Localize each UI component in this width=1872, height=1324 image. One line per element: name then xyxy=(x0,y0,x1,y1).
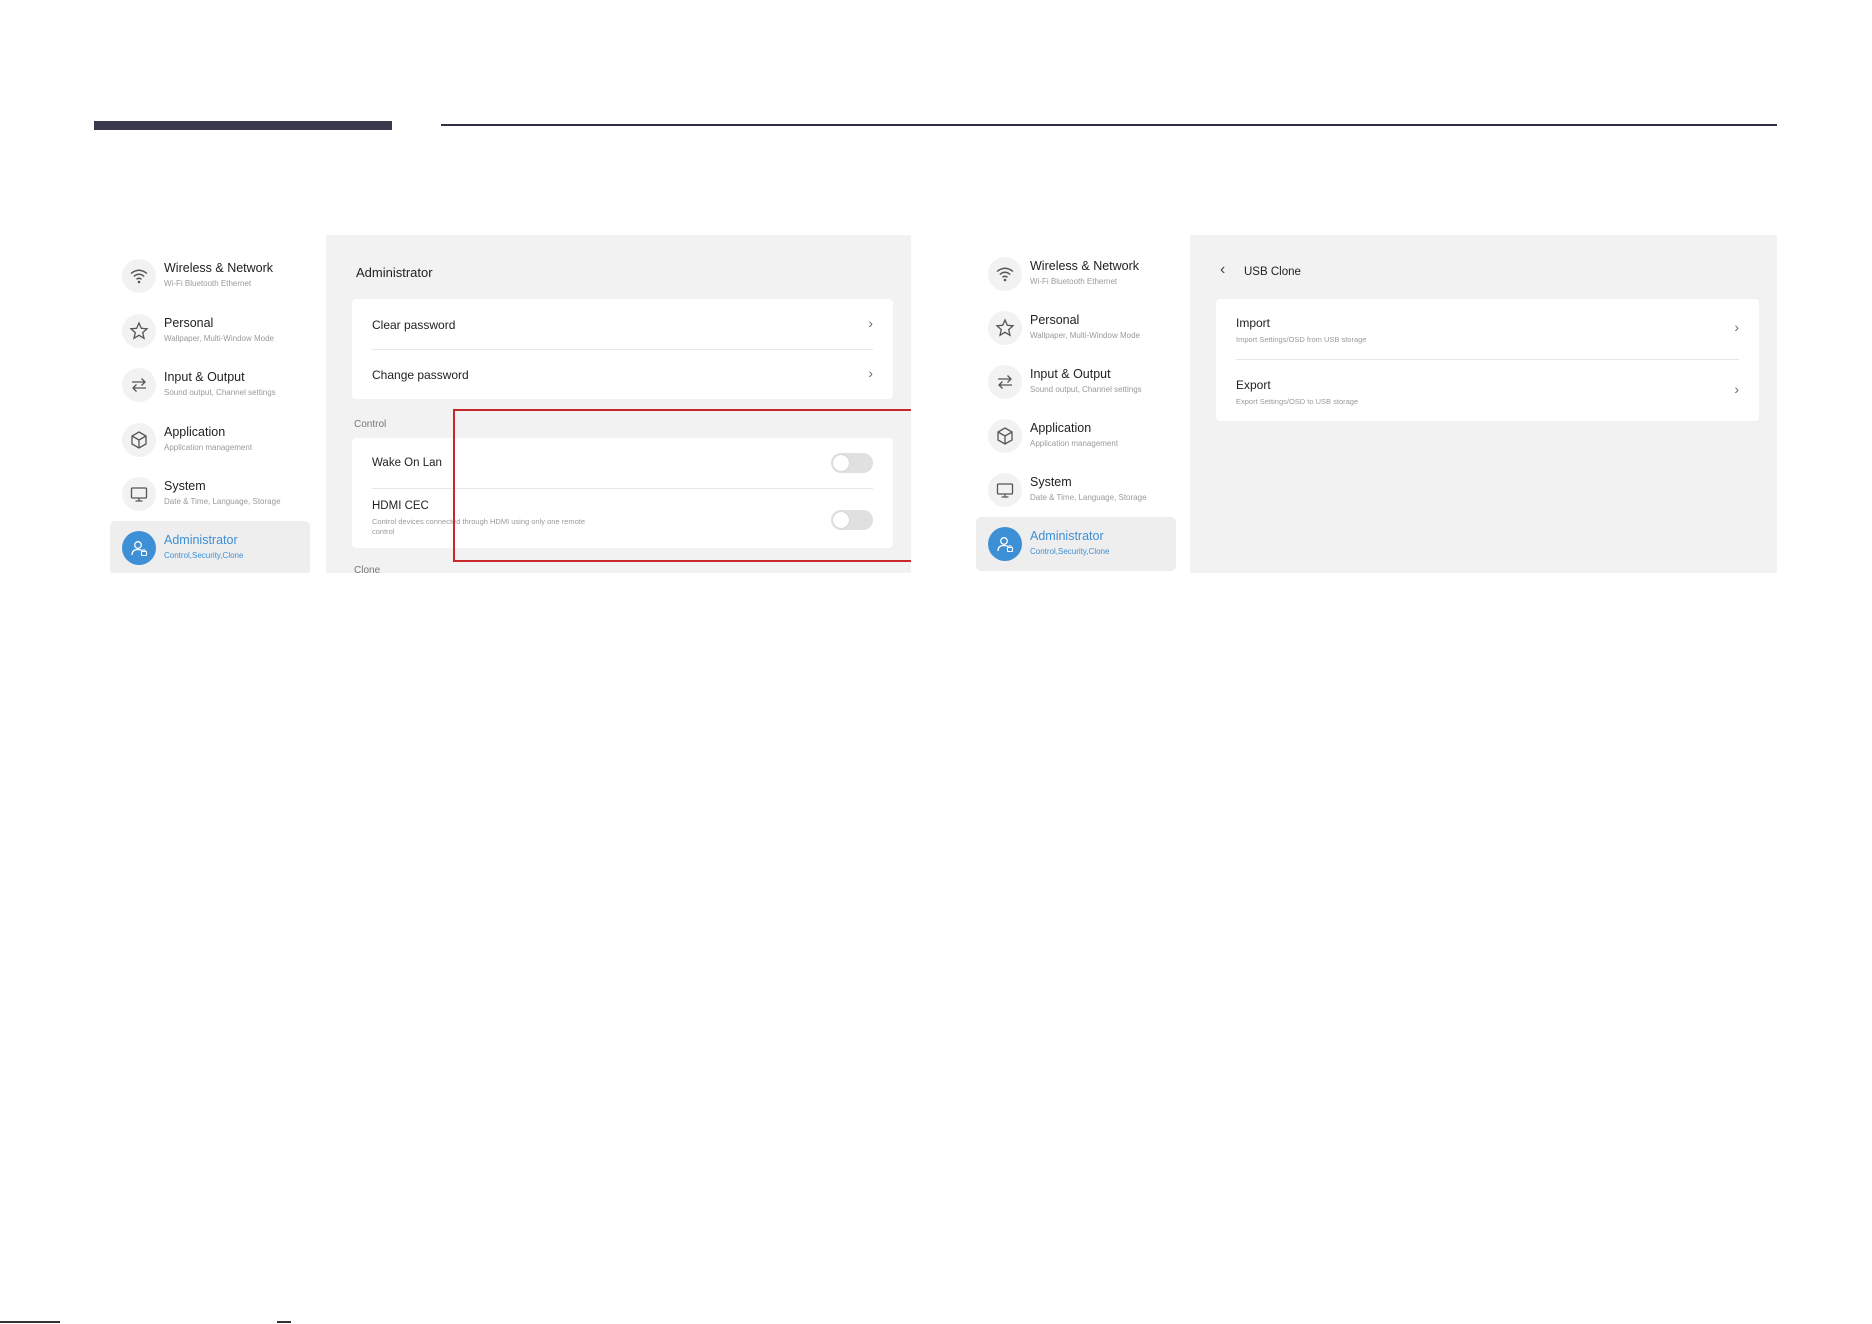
header-rule xyxy=(441,124,1777,126)
admin-user-icon xyxy=(988,527,1022,561)
wifi-icon xyxy=(122,259,156,293)
footer-rule xyxy=(277,1321,291,1323)
admin-settings-screen: Wireless & Network Wi-Fi Bluetooth Ether… xyxy=(108,235,911,573)
sidebar-item-wireless-network[interactable]: Wireless & Network Wi-Fi Bluetooth Ether… xyxy=(976,247,1176,301)
export-item[interactable]: Export Export Settings/OSD to USB storag… xyxy=(1236,360,1739,421)
sidebar-item-label: Application xyxy=(164,425,226,439)
sidebar-item-label: System xyxy=(164,479,206,493)
page-title: USB Clone xyxy=(1244,266,1301,278)
sidebar-item-administrator[interactable]: Administrator Control,Security,Clone xyxy=(976,517,1176,571)
sidebar-item-sublabel: Sound output, Channel settings xyxy=(164,388,276,397)
sidebar-item-application[interactable]: Application Application management xyxy=(110,413,310,467)
monitor-icon xyxy=(122,477,156,511)
wifi-icon xyxy=(988,257,1022,291)
sidebar-item-sublabel: Date & Time, Language, Storage xyxy=(1030,493,1147,502)
import-description: Import Settings/OSD from USB storage xyxy=(1236,335,1367,344)
import-item[interactable]: Import Import Settings/OSD from USB stor… xyxy=(1236,299,1739,359)
chevron-right-icon: › xyxy=(868,365,873,381)
back-arrow-icon[interactable]: ‹ xyxy=(1220,261,1225,279)
sidebar-item-label: System xyxy=(1030,475,1072,489)
sidebar-item-label: Input & Output xyxy=(1030,367,1111,381)
sidebar-item-sublabel: Wi-Fi Bluetooth Ethernet xyxy=(164,279,252,288)
clone-section-header: Clone xyxy=(354,565,381,573)
wake-on-lan-label: Wake On Lan xyxy=(372,457,442,469)
sidebar-item-sublabel: Wallpaper, Multi-Window Mode xyxy=(164,334,274,343)
chevron-right-icon: › xyxy=(1734,381,1739,397)
star-icon xyxy=(988,311,1022,345)
sidebar-item-label: Administrator xyxy=(1030,529,1104,543)
change-password-item[interactable]: Change password › xyxy=(372,350,873,399)
sidebar-item-label: Application xyxy=(1030,421,1092,435)
clear-password-item[interactable]: Clear password › xyxy=(372,299,873,349)
usb-clone-card: Import Import Settings/OSD from USB stor… xyxy=(1216,299,1759,421)
sidebar-item-sublabel: Application management xyxy=(1030,439,1119,448)
settings-sidebar: Wireless & Network Wi-Fi Bluetooth Ether… xyxy=(974,235,1186,573)
sidebar-item-sublabel: Sound output, Channel settings xyxy=(1030,385,1142,394)
password-card: Clear password › Change password › xyxy=(352,299,893,399)
sidebar-item-label: Wireless & Network xyxy=(164,261,274,275)
sidebar-item-personal[interactable]: Personal Wallpaper, Multi-Window Mode xyxy=(110,304,310,358)
sidebar-item-sublabel: Date & Time, Language, Storage xyxy=(164,497,281,506)
footer-rule xyxy=(0,1321,60,1323)
sidebar-item-label: Personal xyxy=(164,316,214,330)
sidebar-item-label: Wireless & Network xyxy=(1030,259,1140,273)
sidebar-item-system[interactable]: System Date & Time, Language, Storage xyxy=(976,463,1176,517)
sidebar-item-application[interactable]: Application Application management xyxy=(976,409,1176,463)
change-password-label: Change password xyxy=(372,368,469,382)
export-label: Export xyxy=(1236,378,1271,392)
sidebar-item-administrator[interactable]: Administrator Control,Security,Clone xyxy=(110,521,310,573)
sidebar-item-sublabel: Wallpaper, Multi-Window Mode xyxy=(1030,331,1140,340)
star-icon xyxy=(122,314,156,348)
sidebar-item-label: Input & Output xyxy=(164,370,245,384)
chevron-right-icon: › xyxy=(868,315,873,331)
sidebar-item-sublabel: Control,Security,Clone xyxy=(1030,547,1110,556)
monitor-icon xyxy=(988,473,1022,507)
sidebar-item-input-output[interactable]: Input & Output Sound output, Channel set… xyxy=(976,355,1176,409)
swap-arrows-icon xyxy=(122,368,156,402)
usb-clone-screen: Wireless & Network Wi-Fi Bluetooth Ether… xyxy=(974,235,1777,573)
header-accent-bar xyxy=(94,121,392,130)
sidebar-item-sublabel: Wi-Fi Bluetooth Ethernet xyxy=(1030,277,1118,286)
cube-icon xyxy=(122,423,156,457)
sidebar-item-wireless-network[interactable]: Wireless & Network Wi-Fi Bluetooth Ether… xyxy=(110,249,310,303)
admin-user-icon xyxy=(122,531,156,565)
sidebar-item-sublabel: Application management xyxy=(164,443,253,452)
usb-clone-content-panel: ‹ USB Clone Import Import Settings/OSD f… xyxy=(1190,235,1777,573)
sidebar-item-label: Personal xyxy=(1030,313,1080,327)
sidebar-item-personal[interactable]: Personal Wallpaper, Multi-Window Mode xyxy=(976,301,1176,355)
page-title: Administrator xyxy=(356,265,433,280)
export-description: Export Settings/OSD to USB storage xyxy=(1236,397,1359,406)
hdmi-cec-label: HDMI CEC xyxy=(372,500,429,512)
cube-icon xyxy=(988,419,1022,453)
sidebar-item-sublabel: Control,Security,Clone xyxy=(164,551,244,560)
import-label: Import xyxy=(1236,316,1271,330)
swap-arrows-icon xyxy=(988,365,1022,399)
settings-sidebar: Wireless & Network Wi-Fi Bluetooth Ether… xyxy=(108,235,320,573)
control-section-header: Control xyxy=(354,419,387,430)
sidebar-item-label: Administrator xyxy=(164,533,238,547)
chevron-right-icon: › xyxy=(1734,319,1739,335)
control-highlight-frame xyxy=(453,409,911,562)
clear-password-label: Clear password xyxy=(372,318,456,332)
sidebar-item-system[interactable]: System Date & Time, Language, Storage xyxy=(110,467,310,521)
sidebar-item-input-output[interactable]: Input & Output Sound output, Channel set… xyxy=(110,358,310,412)
